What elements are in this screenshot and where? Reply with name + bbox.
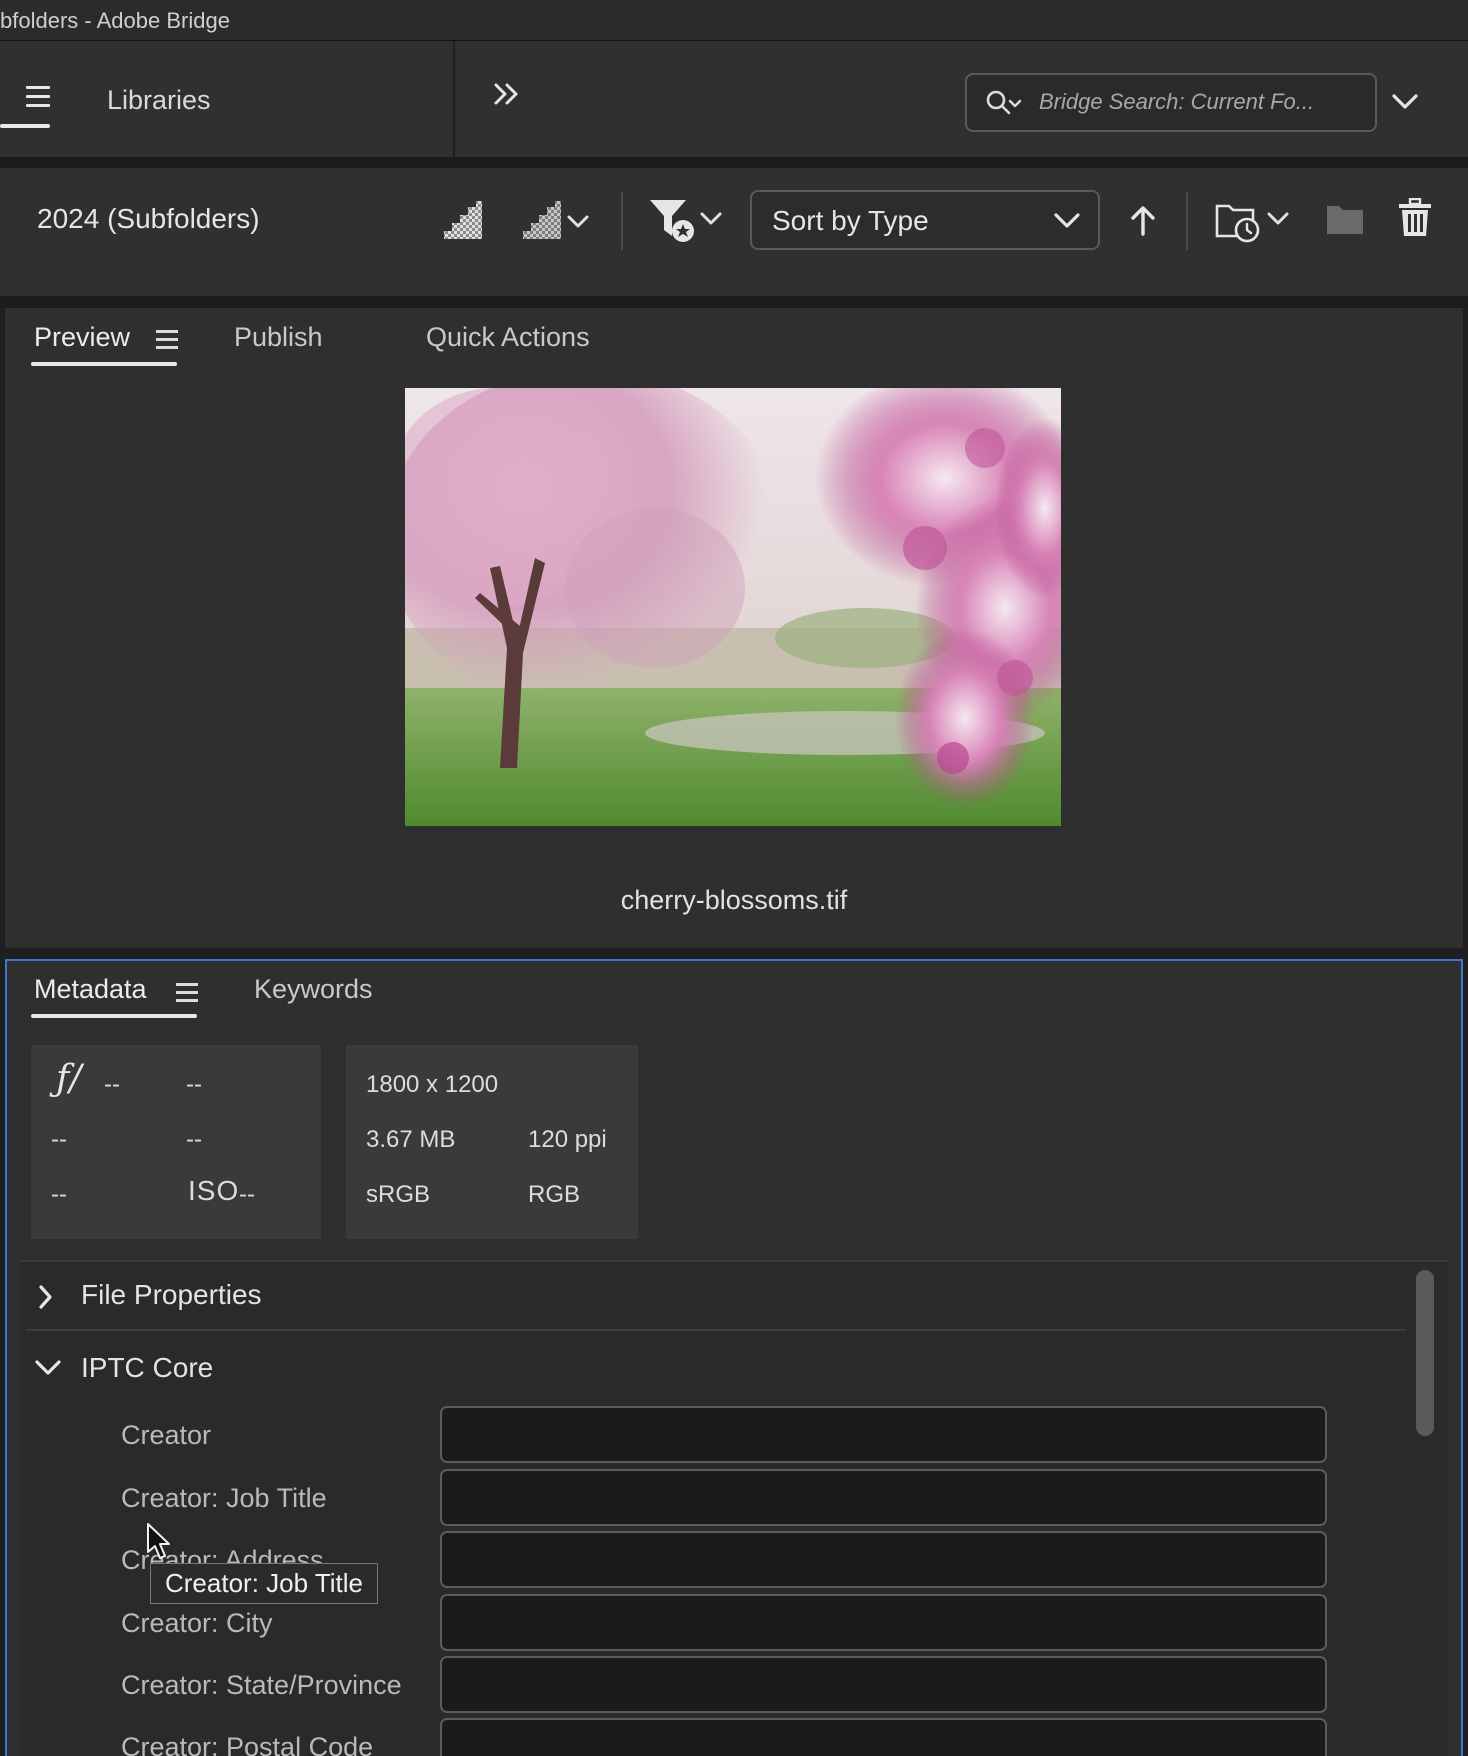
toolbar-divider [1186,192,1188,250]
creator-job-title-field[interactable] [440,1469,1327,1526]
chevron-right-icon[interactable] [36,1283,56,1311]
chevron-down-icon[interactable] [34,1358,62,1378]
image-dimensions: 1800 x 1200 [366,1071,499,1098]
double-chevron-right-icon[interactable] [492,80,522,110]
recent-folders-icon[interactable] [1215,198,1291,244]
field-label-creator-city: Creator: City [121,1608,273,1638]
tab-keywords[interactable]: Keywords [254,974,373,1005]
quality-icon[interactable] [442,201,484,241]
camera-value: -- [186,1126,202,1153]
sort-ascending-arrow-icon[interactable] [1128,204,1158,238]
iso-value: -- [239,1181,255,1208]
window-title: bfolders - Adobe Bridge [0,8,230,33]
aperture-icon: ƒ/ [56,1058,82,1099]
active-tab-indicator [0,124,50,128]
iso-label: ISO [188,1175,240,1206]
field-label-creator-job-title: Creator: Job Title [121,1483,327,1513]
sort-dropdown[interactable]: Sort by Type [750,190,1100,250]
tab-libraries[interactable]: Libraries [107,85,211,116]
color-mode: RGB [528,1181,581,1208]
creator-city-field[interactable] [440,1594,1327,1651]
tab-preview[interactable]: Preview [34,322,130,353]
section-divider [26,1329,1406,1331]
sort-selected-value: Sort by Type [772,205,929,236]
preview-image[interactable] [405,388,1061,826]
panel-menu-icon[interactable] [176,983,198,1003]
resolution: 120 ppi [528,1126,607,1153]
field-label-creator-postal-code: Creator: Postal Code [121,1732,374,1756]
tooltip: Creator: Job Title [150,1563,378,1604]
tab-quick-actions[interactable]: Quick Actions [426,322,590,353]
active-tab-indicator [31,1014,197,1018]
field-label-creator: Creator [121,1420,212,1450]
folder-path: 2024 (Subfolders) [37,203,260,234]
toolbar-separator [0,296,1468,308]
scrollbar-thumb[interactable] [1416,1270,1434,1436]
section-file-properties[interactable]: File Properties [81,1279,262,1311]
color-profile: sRGB [366,1181,431,1208]
camera-value: -- [51,1181,67,1208]
shutter-value: -- [186,1071,202,1098]
creator-postal-code-field[interactable] [440,1718,1327,1756]
file-size: 3.67 MB [366,1126,456,1153]
new-folder-icon[interactable] [1326,203,1364,235]
camera-value: -- [51,1126,67,1153]
filter-icon[interactable] [648,198,724,244]
search-placeholder: Bridge Search: Current Fo... [1039,89,1315,114]
preview-filename: cherry-blossoms.tif [620,885,848,915]
creator-field[interactable] [440,1406,1327,1463]
chevron-down-icon[interactable] [1390,90,1420,114]
search-icon [985,89,1022,119]
header-separator [0,157,1468,168]
active-tab-indicator [31,362,177,366]
tab-publish[interactable]: Publish [234,322,323,353]
search-field[interactable]: Bridge Search: Current Fo... [965,73,1377,132]
header-divider [453,41,455,157]
mouse-cursor-icon [146,1522,174,1562]
creator-state-field[interactable] [440,1656,1327,1713]
panel-menu-icon[interactable] [156,330,178,350]
trash-icon[interactable] [1398,197,1432,238]
section-iptc-core[interactable]: IPTC Core [81,1352,213,1384]
menu-icon[interactable] [26,86,52,108]
creator-address-field[interactable] [440,1531,1327,1588]
field-label-creator-state: Creator: State/Province [121,1670,402,1700]
aperture-value: -- [104,1071,120,1098]
thumbnail-quality-dropdown[interactable] [521,201,593,241]
chevron-down-icon [1052,210,1082,232]
toolbar-divider [621,192,623,250]
tab-metadata[interactable]: Metadata [34,974,147,1005]
